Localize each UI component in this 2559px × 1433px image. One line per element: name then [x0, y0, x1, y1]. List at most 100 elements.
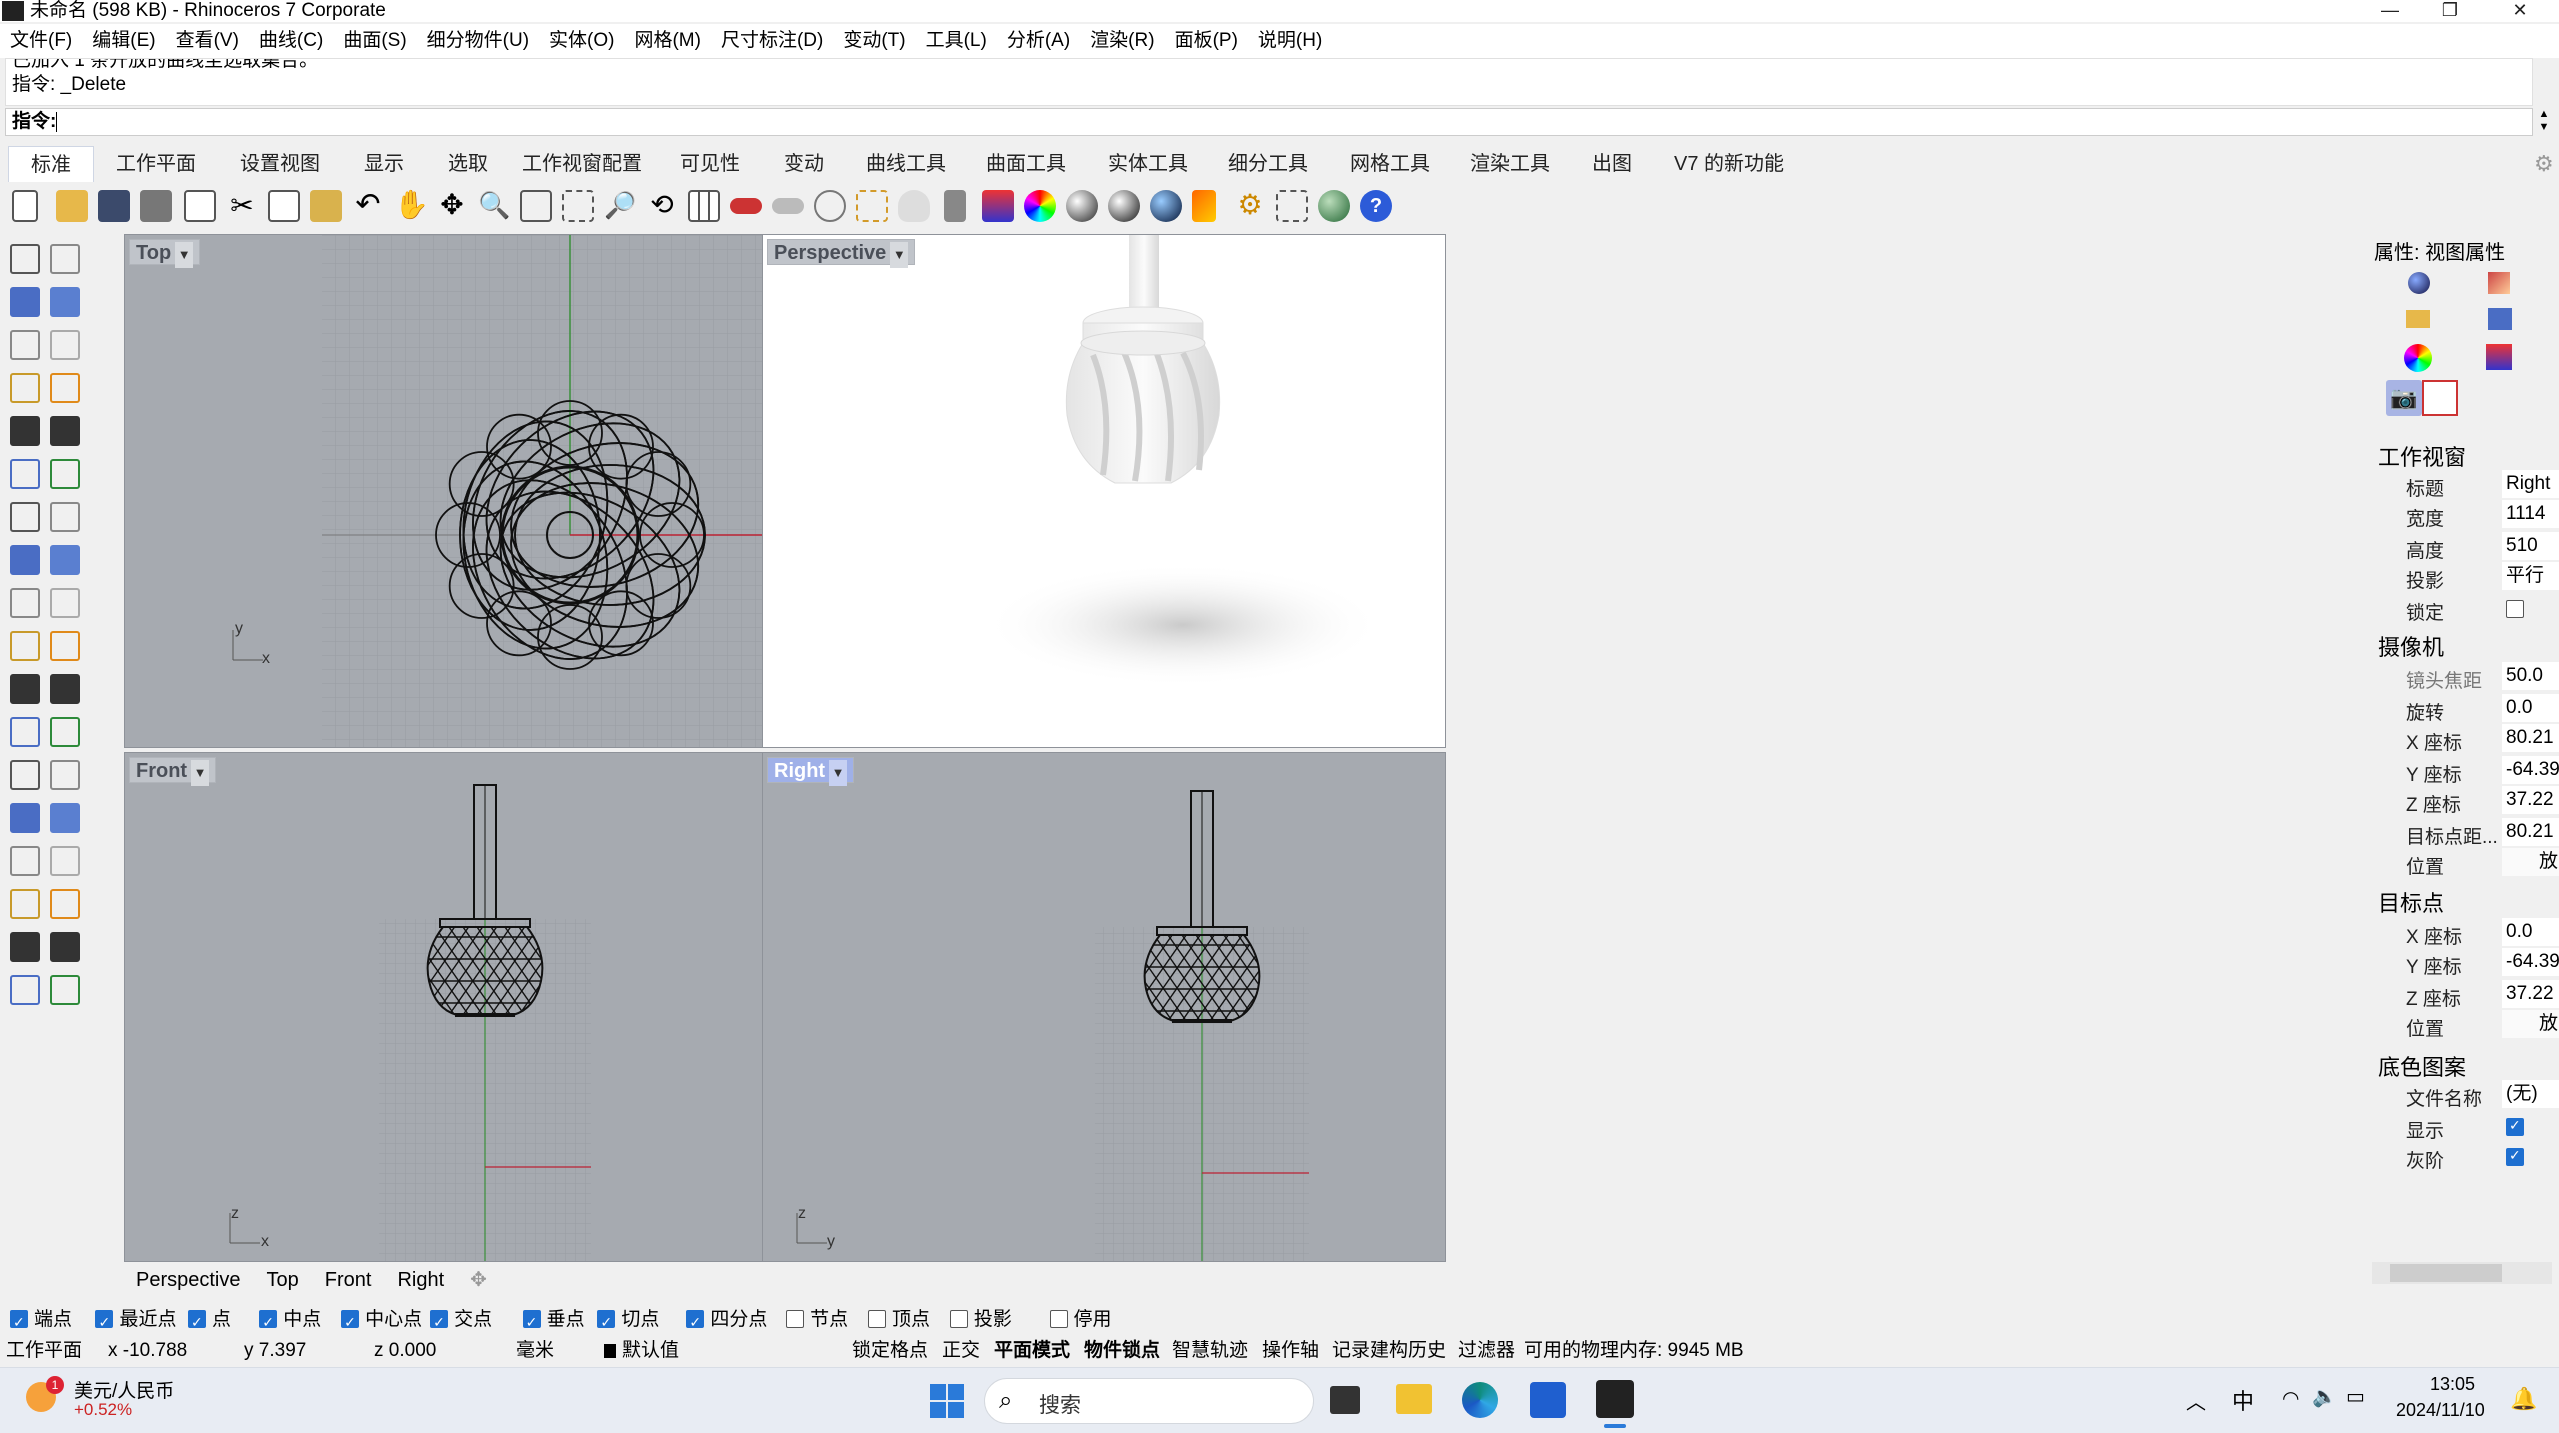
status-grid-snap[interactable]: 锁定格点 [852, 1337, 928, 1365]
osnap-item[interactable]: 节点 [786, 1306, 848, 1334]
viewport-tab-front[interactable]: Front [325, 1262, 372, 1298]
menu-file[interactable]: 文件(F) [0, 24, 82, 58]
viewport-tab-right[interactable]: Right [397, 1262, 444, 1298]
tab-solid-tools[interactable]: 实体工具 [1108, 146, 1188, 182]
left-tool-button-icon[interactable] [10, 545, 40, 575]
osnap-checkbox[interactable] [188, 1308, 206, 1336]
tab-viewport-layout[interactable]: 工作视窗配置 [522, 146, 642, 182]
layers-icon[interactable] [2486, 344, 2512, 370]
prop-title-value[interactable]: Right [2502, 470, 2559, 498]
osnap-item[interactable]: 垂点 [522, 1306, 585, 1336]
paste-icon[interactable] [310, 190, 342, 222]
prop-target-z-value[interactable]: 37.22 [2502, 980, 2559, 1008]
edge-browser-icon[interactable] [1462, 1382, 1498, 1418]
left-tool-button-icon[interactable] [10, 459, 40, 489]
status-smarttrack[interactable]: 智慧轨迹 [1172, 1337, 1248, 1365]
viewport-frame-icon[interactable] [2422, 380, 2458, 416]
command-input[interactable]: 指令: [5, 108, 2533, 136]
status-filter[interactable]: 过滤器 [1458, 1337, 1515, 1365]
prop-lens-value[interactable]: 50.0 [2502, 662, 2559, 690]
menu-mesh[interactable]: 网格(M) [624, 24, 710, 58]
volume-icon[interactable]: 🔈 [2312, 1384, 2337, 1409]
tab-visibility[interactable]: 可见性 [680, 146, 740, 182]
car-shaded-icon[interactable] [730, 198, 762, 214]
add-viewport-icon[interactable]: ✥ [470, 1262, 487, 1298]
menu-surface[interactable]: 曲面(S) [333, 24, 416, 58]
cplane-icon[interactable] [814, 190, 846, 222]
object-properties-icon[interactable] [2408, 272, 2430, 294]
copy-icon[interactable] [268, 190, 300, 222]
left-tool-button-icon[interactable] [50, 889, 80, 919]
left-tool-button-icon[interactable] [10, 631, 40, 661]
pan-hand-icon[interactable]: ✋ [394, 190, 429, 222]
maximize-button[interactable]: ❐ [2420, 0, 2480, 22]
wifi-icon[interactable]: ◠ [2282, 1386, 2299, 1411]
left-tool-button-icon[interactable] [50, 717, 80, 747]
prop-camera-x-value[interactable]: 80.21 [2502, 724, 2559, 752]
prop-filename-value[interactable]: (无) [2502, 1080, 2559, 1108]
start-windows-icon[interactable] [930, 1384, 964, 1418]
tab-subd-tools[interactable]: 细分工具 [1228, 146, 1308, 182]
widget-title[interactable]: 美元/人民币 [74, 1376, 174, 1403]
prop-width-value[interactable]: 1114 [2502, 500, 2559, 528]
left-tool-button-icon[interactable] [50, 803, 80, 833]
status-ortho[interactable]: 正交 [942, 1337, 980, 1365]
prop-camera-z-value[interactable]: 37.22 [2502, 786, 2559, 814]
left-tool-button-icon[interactable] [50, 846, 80, 876]
left-tool-button-icon[interactable] [10, 717, 40, 747]
globe-icon[interactable] [1318, 190, 1350, 222]
store-icon[interactable] [1530, 1382, 1566, 1418]
viewport-label-front[interactable]: Front ▼ [129, 757, 217, 786]
viewport-label-top[interactable]: Top ▼ [129, 239, 201, 268]
prop-rotation-value[interactable]: 0.0 [2502, 694, 2559, 722]
export-icon[interactable] [184, 190, 216, 222]
menu-analyze[interactable]: 分析(A) [997, 24, 1080, 58]
prop-target-x-value[interactable]: 0.0 [2502, 918, 2559, 946]
menu-curve[interactable]: 曲线(C) [249, 24, 333, 58]
rhino-taskbar-icon[interactable] [1596, 1380, 1634, 1418]
viewport-tab-top[interactable]: Top [267, 1262, 299, 1298]
select-points-icon[interactable] [856, 190, 888, 222]
render-sphere-icon[interactable] [1150, 190, 1182, 222]
osnap-item[interactable]: 最近点 [95, 1306, 176, 1336]
left-tool-button-icon[interactable] [10, 803, 40, 833]
viewport-label-right[interactable]: Right ▼ [767, 757, 855, 786]
left-tool-button-icon[interactable] [50, 545, 80, 575]
osnap-item[interactable]: 投影 [949, 1306, 1012, 1334]
left-tool-button-icon[interactable] [50, 588, 80, 618]
left-tool-button-icon[interactable] [50, 459, 80, 489]
file-explorer-icon[interactable] [1396, 1384, 1432, 1414]
left-tool-button-icon[interactable] [50, 330, 80, 360]
zoom-selected-icon[interactable]: 🔎 [604, 190, 636, 222]
task-view-icon[interactable] [1330, 1386, 1360, 1414]
prop-projection-value[interactable]: 平行 [2502, 562, 2559, 590]
left-tool-button-icon[interactable] [50, 373, 80, 403]
command-scroll-arrows[interactable]: ▲ ▼ [2534, 108, 2554, 136]
left-tool-button-icon[interactable] [10, 588, 40, 618]
panel-scrollbar[interactable] [2372, 1262, 2552, 1284]
tab-curve-tools[interactable]: 曲线工具 [866, 146, 946, 182]
help-icon[interactable]: ? [1360, 190, 1392, 222]
open-file-icon[interactable] [56, 190, 88, 222]
left-tool-button-icon[interactable] [10, 287, 40, 317]
pencil-icon[interactable] [1192, 190, 1216, 222]
tab-display[interactable]: 显示 [364, 146, 404, 182]
osnap-item[interactable]: 中心点 [341, 1306, 422, 1336]
status-osnap[interactable]: 物件锁点 [1084, 1337, 1160, 1365]
status-planar[interactable]: 平面模式 [994, 1337, 1070, 1365]
viewport-label-perspective[interactable]: Perspective ▼ [767, 239, 916, 268]
prop-camera-y-value[interactable]: -64.39 [2502, 756, 2559, 784]
folder-icon[interactable] [2406, 310, 2430, 328]
tab-drafting[interactable]: 出图 [1592, 146, 1632, 182]
chevron-down-icon[interactable]: ▼ [829, 760, 848, 786]
status-cplane[interactable]: 工作平面 [6, 1337, 82, 1365]
tab-transform[interactable]: 变动 [784, 146, 824, 182]
zoom-icon[interactable]: 🔍 [478, 190, 510, 222]
status-gumball[interactable]: 操作轴 [1262, 1337, 1319, 1365]
left-tool-button-icon[interactable] [10, 846, 40, 876]
color-wheel-icon[interactable] [1024, 190, 1056, 222]
clock-time[interactable]: 13:05 [2430, 1374, 2475, 1395]
zoom-extents-icon[interactable] [562, 190, 594, 222]
search-box[interactable]: ⌕ 搜索 [984, 1378, 1314, 1424]
menu-dimension[interactable]: 尺寸标注(D) [711, 24, 833, 58]
